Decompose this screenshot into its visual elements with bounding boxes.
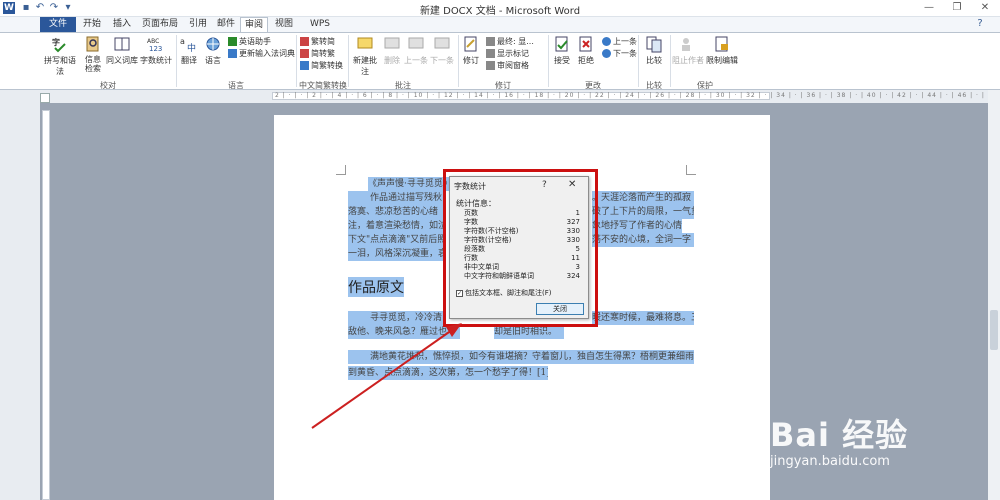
watermark-logo: Bai 经验 <box>770 416 909 454</box>
arrow-line <box>311 329 453 429</box>
baidu-watermark: Bai 经验 jingyan.baidu.com <box>770 410 990 469</box>
arrow-head <box>446 323 462 337</box>
watermark-url: jingyan.baidu.com <box>770 454 890 469</box>
